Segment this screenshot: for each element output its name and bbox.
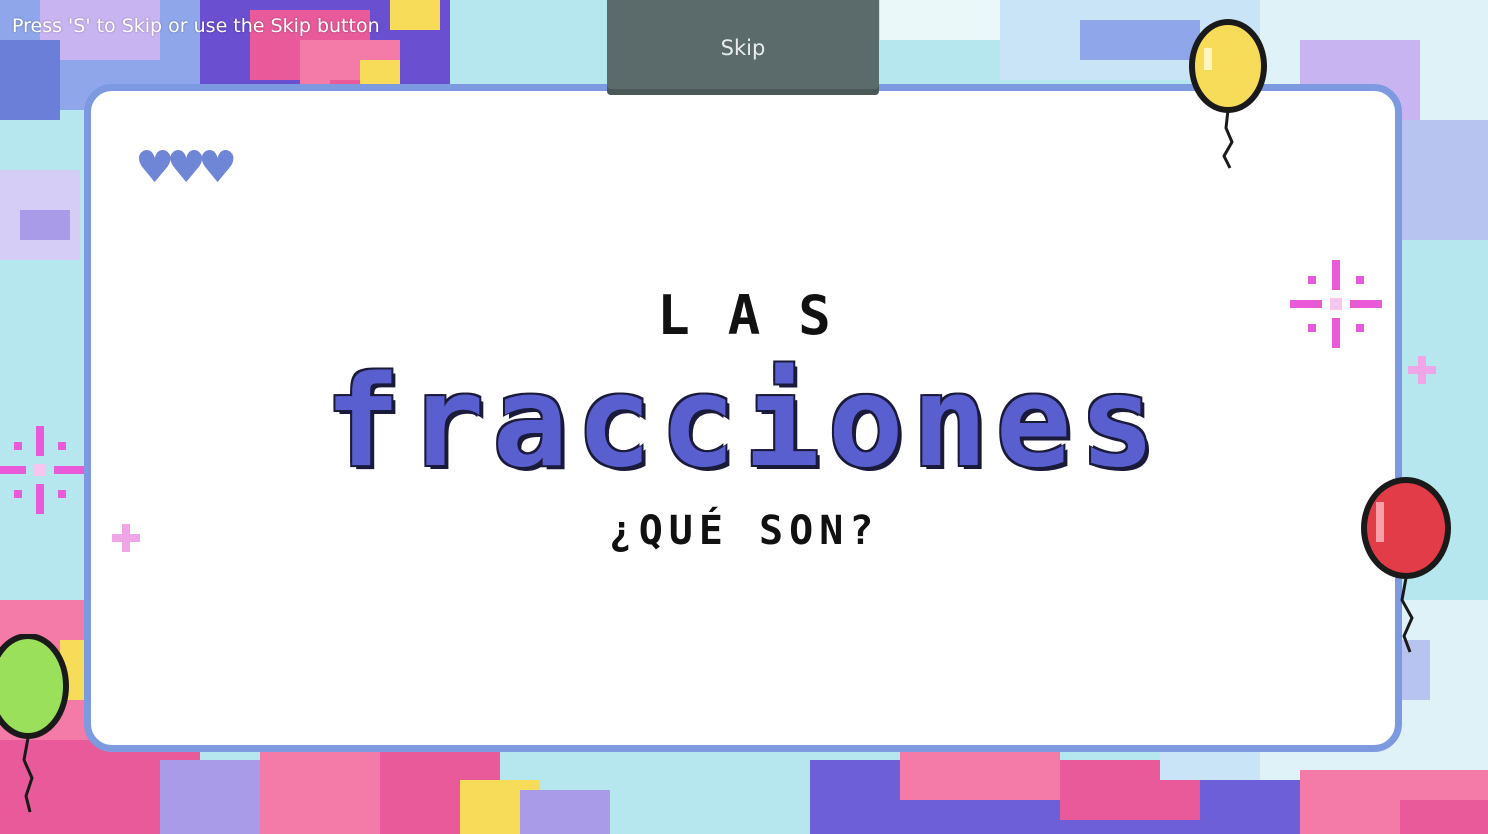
red-balloon-icon xyxy=(1361,477,1451,653)
title-las: LAS xyxy=(657,284,869,347)
title-fracciones: fracciones xyxy=(324,348,1164,495)
hearts-lives: ♥♥♥ xyxy=(135,142,237,193)
green-balloon-icon xyxy=(0,634,69,813)
skip-button[interactable]: Skip xyxy=(607,0,879,95)
yellow-balloon-icon xyxy=(1189,19,1267,169)
subtitle-que-son: ¿QUÉ SON? xyxy=(608,508,880,554)
skip-hint-text: Press 'S' to Skip or use the Skip button xyxy=(12,15,380,37)
